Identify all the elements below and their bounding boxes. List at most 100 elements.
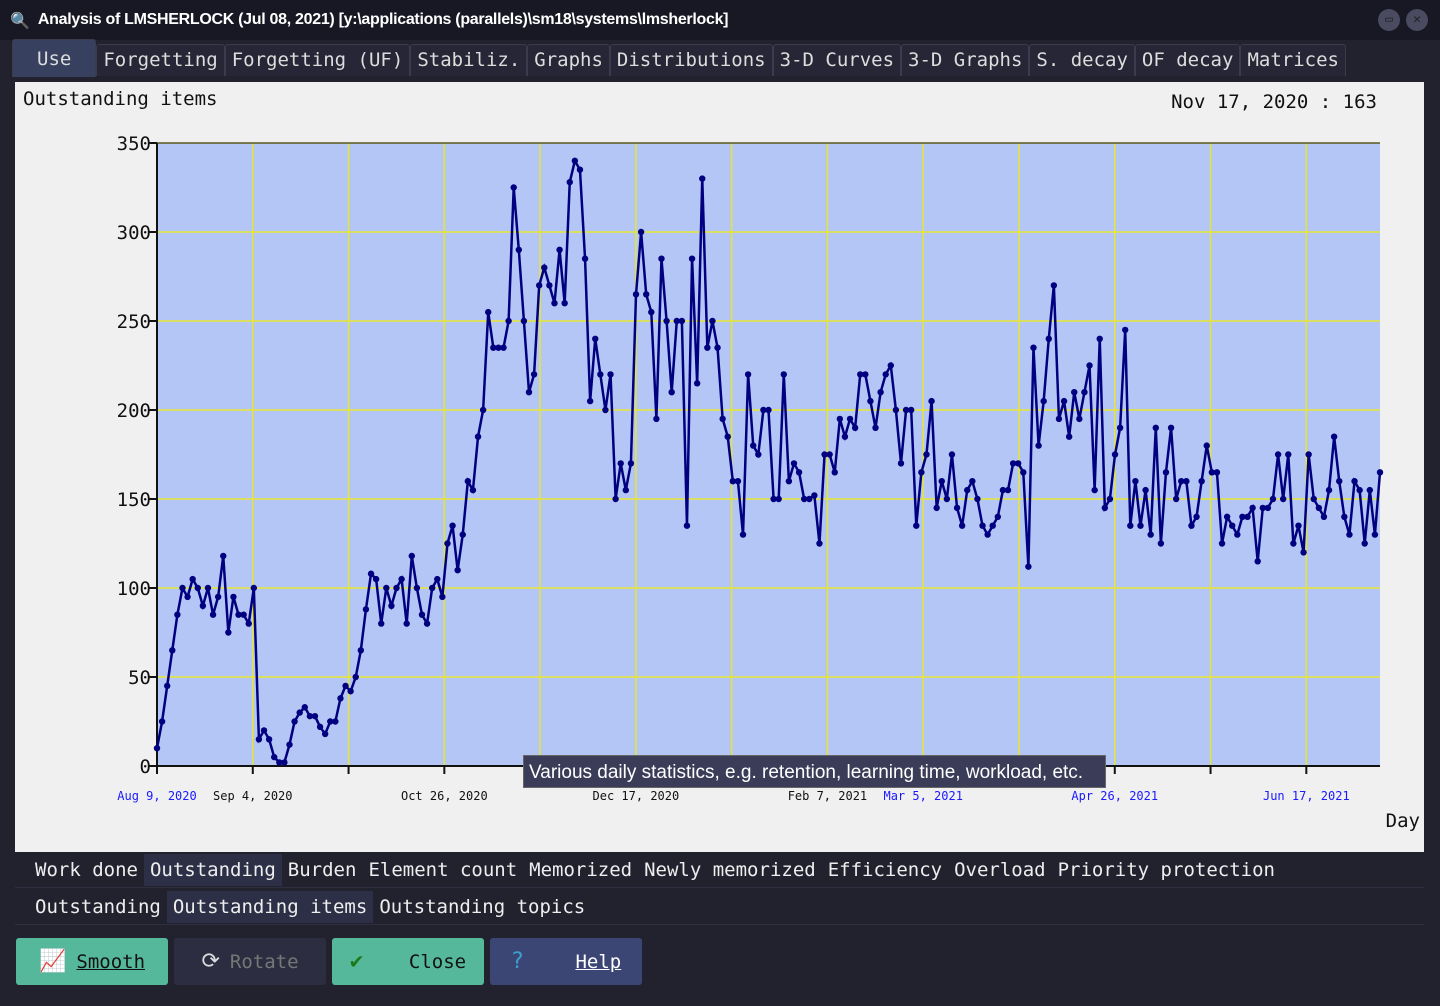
chart-panel: Outstanding items Nov 17, 2020 : 163 0 50… — [15, 82, 1424, 852]
data-point — [281, 759, 288, 766]
data-point — [1213, 469, 1221, 476]
option-outstanding[interactable]: Outstanding — [29, 891, 167, 923]
window-title: Analysis of LMSHERLOCK (Jul 08, 2021) [y… — [37, 11, 729, 28]
option-overload[interactable]: Overload — [948, 854, 1052, 886]
data-point — [887, 362, 894, 369]
data-point — [434, 575, 441, 583]
data-point — [1234, 531, 1241, 538]
data-point — [1218, 540, 1226, 547]
tab-3-d-graphs[interactable]: 3-D Graphs — [901, 44, 1030, 76]
tab-s-decay[interactable]: S. decay — [1029, 44, 1135, 76]
data-point — [1152, 424, 1159, 431]
data-point — [617, 460, 624, 467]
option-outstanding-topics[interactable]: Outstanding topics — [373, 891, 591, 923]
help-button[interactable]: ? Help — [490, 938, 642, 985]
data-point — [581, 255, 589, 262]
close-button[interactable]: ✔ Close — [332, 938, 484, 985]
data-point — [500, 344, 507, 351]
data-point — [1167, 424, 1175, 431]
data-point — [795, 469, 803, 476]
data-point — [1325, 486, 1333, 494]
option-element-count[interactable]: Element count — [362, 854, 523, 886]
data-point — [714, 344, 721, 351]
data-point — [643, 291, 650, 298]
option-newly-memorized[interactable]: Newly memorized — [638, 854, 822, 886]
data-point — [347, 688, 354, 695]
data-point — [688, 255, 696, 262]
data-point — [1122, 326, 1129, 334]
tab-bar: Use Forgetting Forgetting (UF) Stabiliz. Gra… — [12, 39, 1346, 81]
data-point — [214, 593, 222, 601]
tab-3-d-curves[interactable]: 3-D Curves — [772, 44, 902, 76]
data-point — [1269, 495, 1277, 503]
x-tick-label: Dec 17, 2020 — [593, 789, 680, 803]
data-point — [663, 317, 670, 325]
data-point — [321, 730, 329, 738]
data-point — [378, 620, 385, 627]
restore-icon[interactable]: ▭ — [1378, 9, 1400, 31]
data-point — [836, 415, 844, 423]
data-point — [1040, 397, 1047, 405]
help-icon: ? — [510, 949, 524, 974]
tab-matrices[interactable]: Matrices — [1240, 44, 1346, 76]
rotate-button[interactable]: ⟳ Rotate — [174, 938, 326, 985]
option-outstanding[interactable]: Outstanding — [143, 853, 282, 886]
tab-graphs[interactable]: Graphs — [527, 44, 610, 76]
outstanding-items-chart[interactable]: 0 50 100 150 200 250 300 350 Aug 9, 2020 Sep 4, 2… — [15, 82, 1424, 852]
data-point — [423, 620, 431, 627]
tab-use[interactable]: Use — [12, 39, 97, 77]
data-point — [505, 317, 512, 325]
data-point — [882, 371, 889, 378]
tab-stabiliz-[interactable]: Stabiliz. — [410, 44, 528, 76]
data-point — [250, 584, 258, 592]
smooth-button[interactable]: 📈 Smooth — [16, 938, 168, 985]
data-point — [790, 460, 798, 467]
data-point — [658, 255, 665, 262]
data-point — [851, 424, 859, 431]
tab-of-decay[interactable]: OF decay — [1134, 44, 1241, 76]
data-point — [1336, 478, 1343, 485]
option-burden[interactable]: Burden — [282, 854, 363, 886]
data-point — [1116, 424, 1124, 431]
data-point — [296, 709, 303, 716]
data-point — [260, 727, 268, 734]
data-point — [1096, 335, 1103, 342]
data-point — [474, 433, 482, 440]
option-work-done[interactable]: Work done — [29, 854, 144, 886]
data-point — [169, 647, 176, 654]
data-point — [479, 406, 487, 414]
data-point — [1132, 478, 1139, 485]
tab-forgetting[interactable]: Forgetting — [96, 44, 225, 76]
data-point — [913, 522, 920, 529]
option-memorized[interactable]: Memorized — [523, 854, 638, 886]
close-icon[interactable]: ✕ — [1406, 9, 1428, 31]
data-point — [1330, 433, 1338, 440]
data-point — [1025, 563, 1032, 570]
x-axis-label: Day — [1385, 810, 1420, 832]
data-point — [1274, 451, 1282, 458]
option-efficiency[interactable]: Efficiency — [822, 854, 948, 886]
data-point — [571, 157, 579, 164]
data-point — [245, 620, 252, 627]
tab-distributions[interactable]: Distributions — [609, 44, 773, 76]
data-point — [1183, 478, 1190, 485]
option-priority-protection[interactable]: Priority protection — [1052, 854, 1281, 886]
data-point — [209, 611, 217, 618]
data-point — [627, 460, 635, 467]
y-tick-label: 150 — [117, 489, 151, 511]
y-tick-label: 0 — [140, 756, 151, 778]
data-point — [174, 611, 181, 618]
data-point — [811, 492, 818, 499]
data-point — [943, 495, 951, 503]
tab-forgetting-uf-[interactable]: Forgetting (UF) — [224, 44, 411, 76]
data-point — [602, 406, 609, 414]
data-point — [1223, 513, 1231, 520]
data-point — [897, 460, 905, 467]
data-point — [225, 629, 232, 636]
data-point — [1106, 495, 1114, 503]
data-point — [1055, 415, 1063, 423]
data-point — [1300, 549, 1307, 556]
option-outstanding-items[interactable]: Outstanding items — [166, 890, 374, 923]
x-tick-label: Oct 26, 2020 — [401, 789, 488, 803]
data-point — [194, 584, 201, 592]
